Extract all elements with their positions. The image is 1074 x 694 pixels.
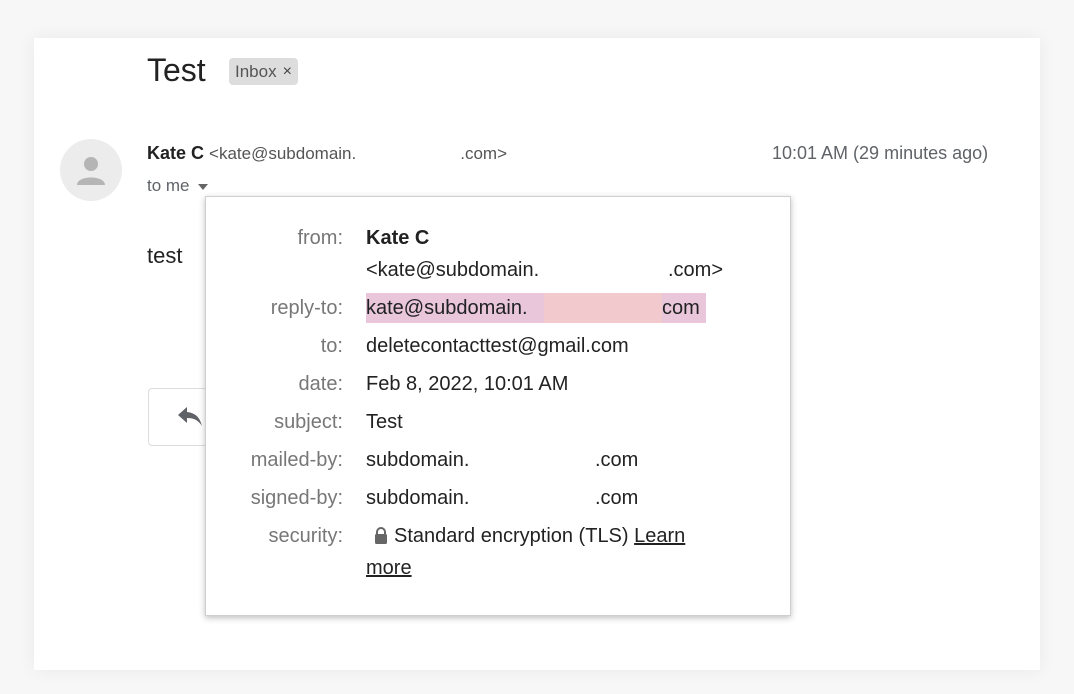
security-label: security:: [268, 525, 343, 547]
reply-to-label: reply-to:: [270, 297, 343, 319]
mailed-by-label: mailed-by:: [250, 449, 343, 471]
from-email-end: .com>: [668, 259, 724, 281]
reply-to-end: com: [662, 297, 700, 319]
subject-value: Test: [366, 411, 403, 433]
reply-to-start: kate@subdomain.: [366, 297, 528, 319]
from-email-start: <kate@subdomain.: [366, 259, 540, 281]
date-value: Feb 8, 2022, 10:01 AM: [366, 373, 569, 395]
to-value: deletecontacttest@gmail.com: [366, 335, 629, 357]
sender-email-start: <kate@subdomain.: [209, 144, 357, 163]
mailed-by-end: .com: [595, 449, 639, 471]
signed-by-start: subdomain.: [366, 487, 470, 509]
remove-label-icon[interactable]: ×: [283, 58, 292, 85]
sender-line: Kate C <kate@subdomain. .com>: [147, 143, 507, 164]
mailed-by-start: subdomain.: [366, 449, 470, 471]
person-icon: [77, 157, 105, 185]
message-details-popover: from: Kate C <kate@subdomain. .com> repl…: [205, 196, 791, 616]
email-body: test: [147, 243, 183, 268]
lock-icon: [375, 527, 387, 544]
sender-email-end: .com>: [460, 144, 508, 163]
security-text: Standard encryption (TLS): [394, 525, 629, 547]
learn-more-link[interactable]: Learn: [634, 525, 685, 547]
avatar[interactable]: [60, 139, 122, 201]
security-value: Standard encryption (TLS) Learn: [366, 525, 685, 548]
email-timestamp: 10:01 AM (29 minutes ago): [772, 143, 989, 163]
inbox-label-text: Inbox: [235, 62, 277, 81]
signed-by-end: .com: [595, 487, 639, 509]
recipient-text: to me: [147, 176, 190, 195]
email-subject: Test: [147, 52, 206, 88]
subject-label: subject:: [274, 411, 343, 433]
signed-by-label: signed-by:: [250, 487, 343, 509]
to-label: to:: [320, 335, 343, 357]
from-label: from:: [297, 227, 343, 249]
date-label: date:: [298, 373, 343, 395]
redacted-region: [544, 293, 662, 323]
sender-name[interactable]: Kate C: [147, 143, 204, 163]
from-name: Kate C: [366, 227, 430, 249]
caret-down-icon[interactable]: [197, 184, 208, 190]
inbox-label-badge: Inbox ×: [229, 58, 298, 85]
reply-arrow-icon: [178, 407, 202, 426]
learn-more-link-continued[interactable]: more: [366, 557, 412, 580]
recipient-details-toggle[interactable]: to me: [147, 176, 208, 196]
